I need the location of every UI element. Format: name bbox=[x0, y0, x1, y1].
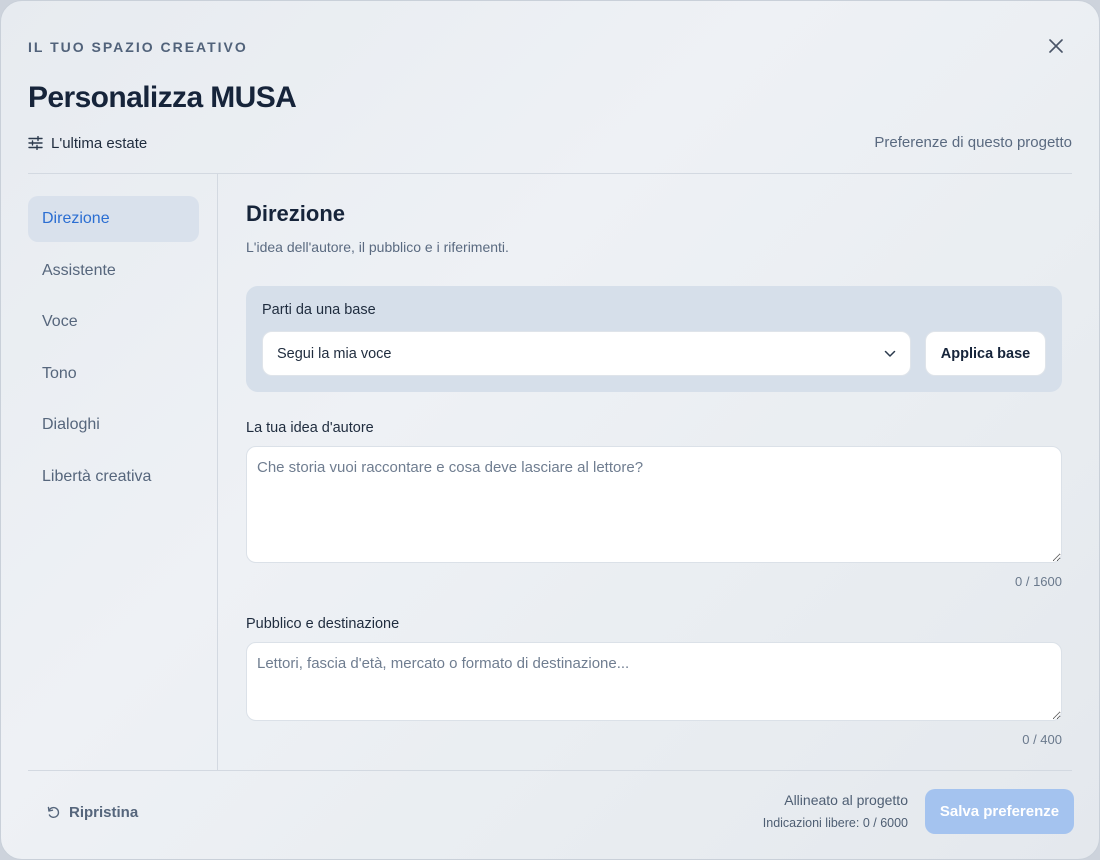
refresh-icon bbox=[47, 806, 60, 818]
audience-label: Pubblico e destinazione bbox=[246, 616, 400, 632]
settings-content: Direzione L'idea dell'autore, il pubblic… bbox=[246, 196, 1062, 747]
base-preset-label: Parti da una base bbox=[262, 302, 376, 318]
author-idea-field[interactable] bbox=[246, 446, 1062, 563]
page-title: Personalizza MUSA bbox=[28, 81, 297, 114]
footer-divider bbox=[28, 770, 1072, 771]
chevron-down-icon bbox=[884, 350, 896, 357]
sidebar-item-liberta-creativa[interactable]: Libertà creativa bbox=[28, 454, 199, 500]
sidebar-item-voce[interactable]: Voce bbox=[28, 299, 199, 345]
close-icon bbox=[1049, 39, 1063, 53]
save-preferences-button[interactable]: Salva preferenze bbox=[925, 789, 1074, 834]
base-preset-card: Parti da una base Segui la mia voce Appl… bbox=[246, 286, 1062, 392]
reset-button[interactable]: Ripristina bbox=[46, 801, 138, 823]
preferences-scope-label: Preferenze di questo progetto bbox=[874, 134, 1072, 151]
project-indicator: L'ultima estate bbox=[28, 132, 147, 154]
sliders-icon bbox=[28, 136, 43, 150]
base-preset-select[interactable]: Segui la mia voce bbox=[262, 331, 911, 376]
sidebar-item-direzione[interactable]: Direzione bbox=[28, 196, 199, 242]
free-guidance-counter: Indicazioni libere: 0 / 6000 bbox=[762, 816, 908, 830]
author-idea-counter: 0 / 1600 bbox=[1015, 574, 1062, 589]
author-idea-label: La tua idea d'autore bbox=[246, 420, 374, 436]
sync-status-main: Allineato al progetto bbox=[784, 792, 908, 808]
sync-status: Allineato al progetto Indicazioni libere… bbox=[763, 792, 908, 830]
sidebar-item-assistente[interactable]: Assistente bbox=[28, 248, 199, 294]
settings-sidebar: Direzione Assistente Voce Tono Dialoghi … bbox=[28, 196, 199, 505]
sidebar-divider bbox=[217, 174, 218, 770]
base-preset-value: Segui la mia voce bbox=[277, 345, 392, 362]
eyebrow-label: IL TUO SPAZIO CREATIVO bbox=[28, 39, 248, 55]
section-title: Direzione bbox=[246, 201, 346, 226]
preferences-dialog: IL TUO SPAZIO CREATIVO Personalizza MUSA… bbox=[0, 0, 1100, 860]
reset-label: Ripristina bbox=[69, 803, 139, 821]
project-name: L'ultima estate bbox=[51, 134, 148, 152]
audience-counter: 0 / 400 bbox=[1022, 732, 1062, 747]
apply-base-button[interactable]: Applica base bbox=[925, 331, 1046, 376]
audience-field[interactable] bbox=[246, 642, 1062, 721]
close-button[interactable] bbox=[1042, 32, 1070, 60]
section-subtitle: L'idea dell'autore, il pubblico e i rife… bbox=[246, 239, 509, 255]
sidebar-item-tono[interactable]: Tono bbox=[28, 351, 199, 397]
header-divider bbox=[28, 173, 1072, 174]
sidebar-item-dialoghi[interactable]: Dialoghi bbox=[28, 402, 199, 448]
